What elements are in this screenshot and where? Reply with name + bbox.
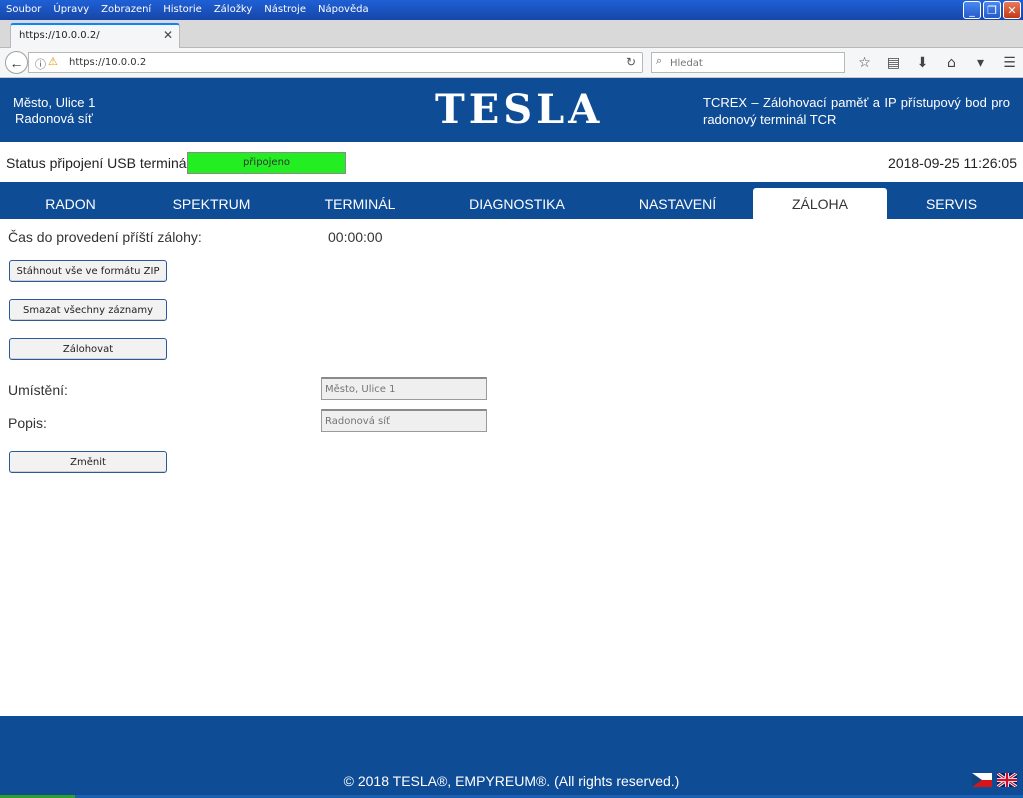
window-titlebar: Soubor Úpravy Zobrazení Historie Záložky…: [0, 0, 1023, 20]
location-line: Město, Ulice 1: [13, 95, 96, 110]
menu-zobrazeni[interactable]: Zobrazení: [95, 2, 157, 18]
insecure-lock-icon[interactable]: ⚠: [48, 55, 58, 68]
czech-flag-icon[interactable]: [972, 773, 992, 787]
download-zip-button[interactable]: Stáhnout vše ve formátu ZIP: [9, 260, 167, 282]
reload-icon[interactable]: ↻: [626, 55, 636, 69]
tab-zaloha[interactable]: ZÁLOHA: [753, 188, 887, 219]
site-location: Město, Ulice 1 Radonová síť: [13, 95, 95, 127]
menu-historie[interactable]: Historie: [157, 2, 208, 18]
network-name: Radonová síť: [15, 111, 93, 126]
url-bar[interactable]: ⓘ ⚠ https://10.0.0.2 ↻: [28, 52, 643, 73]
bookmark-star-icon[interactable]: ☆: [850, 53, 879, 73]
search-icon: ⌕: [656, 55, 663, 67]
browser-navbar: ← ⓘ ⚠ https://10.0.0.2 ↻ ⌕ ☆ ▤ ⬇ ⌂ ▾ ☰: [0, 48, 1023, 78]
main-nav: RADON SPEKTRUM TERMINÁL DIAGNOSTIKA NAST…: [0, 182, 1023, 219]
menu-nastroje[interactable]: Nástroje: [258, 2, 312, 18]
restore-icon[interactable]: ❐: [983, 1, 1001, 19]
back-arrow-icon[interactable]: ←: [5, 51, 28, 74]
tab-nastaveni[interactable]: NASTAVENÍ: [606, 188, 749, 219]
browser-tab-active[interactable]: https://10.0.0.2/ ✕: [10, 23, 180, 48]
reader-list-icon[interactable]: ▤: [879, 53, 908, 73]
hamburger-menu-icon[interactable]: ☰: [995, 53, 1023, 73]
change-button[interactable]: Změnit: [9, 451, 167, 473]
uk-flag-icon[interactable]: [997, 773, 1017, 787]
description-input[interactable]: [321, 409, 487, 432]
download-icon[interactable]: ⬇: [908, 53, 937, 73]
tab-terminal[interactable]: TERMINÁL: [291, 188, 429, 219]
toolbar-icons: ☆ ▤ ⬇ ⌂ ▾ ☰: [850, 53, 1023, 73]
close-window-icon[interactable]: ✕: [1003, 1, 1021, 19]
copyright-text: © 2018 TESLA®, EMPYREUM®. (All rights re…: [343, 773, 680, 789]
current-datetime: 2018-09-25 11:26:05: [888, 155, 1017, 171]
tesla-logo: TESLA: [435, 86, 604, 133]
menu-zalozky[interactable]: Záložky: [208, 2, 258, 18]
menu-bar: Soubor Úpravy Zobrazení Historie Záložky…: [0, 2, 375, 18]
delete-all-records-button[interactable]: Smazat všechny záznamy: [9, 299, 167, 321]
close-tab-icon[interactable]: ✕: [163, 28, 173, 42]
usb-status-label: Status připojení USB terminálu:: [6, 155, 202, 171]
window-controls: _ ❐ ✕: [963, 1, 1021, 19]
tab-servis[interactable]: SERVIS: [887, 188, 1016, 219]
tab-spektrum[interactable]: SPEKTRUM: [141, 188, 282, 219]
pocket-icon[interactable]: ▾: [966, 53, 995, 73]
browser-tabstrip: https://10.0.0.2/ ✕ +: [0, 20, 1023, 63]
url-text[interactable]: https://10.0.0.2: [69, 57, 146, 68]
product-description: TCREX – Zálohovací paměť a IP přístupový…: [703, 95, 1010, 127]
tab-diagnostika[interactable]: DIAGNOSTIKA: [440, 188, 594, 219]
browser-search-bar[interactable]: ⌕: [651, 52, 845, 73]
backup-panel: Čas do provedení příští zálohy: 00:00:00…: [0, 219, 1023, 716]
browser-search-input[interactable]: [670, 56, 840, 70]
home-icon[interactable]: ⌂: [937, 53, 966, 73]
menu-upravy[interactable]: Úpravy: [47, 2, 95, 18]
tab-radon[interactable]: RADON: [0, 188, 141, 219]
browser-tab-title: https://10.0.0.2/: [19, 30, 100, 41]
usb-status-badge: připojeno: [187, 152, 346, 174]
description-label: Popis:: [8, 415, 47, 431]
status-row: Status připojení USB terminálu: připojen…: [0, 142, 1023, 182]
location-label: Umístění:: [8, 382, 68, 398]
site-footer: © 2018 TESLA®, EMPYREUM®. (All rights re…: [0, 716, 1023, 795]
next-backup-label: Čas do provedení příští zálohy:: [8, 229, 202, 245]
backup-now-button[interactable]: Zálohovat: [9, 338, 167, 360]
site-header: Město, Ulice 1 Radonová síť TESLA TCREX …: [0, 78, 1023, 142]
next-backup-countdown: 00:00:00: [328, 229, 383, 245]
menu-napoveda[interactable]: Nápověda: [312, 2, 375, 18]
location-input[interactable]: [321, 377, 487, 400]
info-icon[interactable]: ⓘ: [35, 56, 46, 72]
menu-soubor[interactable]: Soubor: [0, 2, 47, 18]
minimize-icon[interactable]: _: [963, 1, 981, 19]
